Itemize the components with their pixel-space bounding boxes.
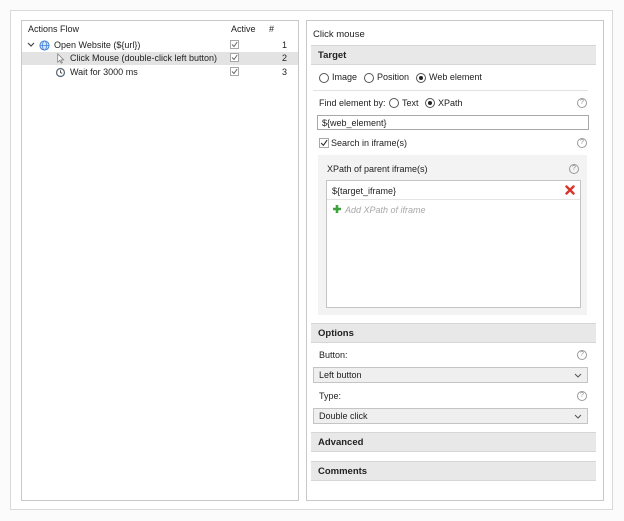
button-select[interactable]: Left button <box>313 367 588 383</box>
web-element-input[interactable]: ${web_element} <box>317 115 589 130</box>
column-number[interactable]: # <box>269 24 274 34</box>
radio-position[interactable] <box>364 73 374 83</box>
add-icon[interactable] <box>332 204 342 214</box>
action-row-wait[interactable]: Wait for 3000 ms 3 <box>22 66 298 79</box>
active-checkbox[interactable] <box>230 40 239 49</box>
section-options-header[interactable]: Options <box>311 323 596 343</box>
add-xpath-placeholder: Add XPath of iframe <box>345 205 426 215</box>
cursor-icon <box>57 53 65 64</box>
section-advanced-header[interactable]: Advanced <box>311 432 596 452</box>
type-select[interactable]: Double click <box>313 408 588 424</box>
search-iframe-label: Search in iframe(s) <box>331 138 408 148</box>
action-number: 1 <box>281 40 287 50</box>
action-label: Wait for 3000 ms <box>70 67 138 77</box>
actions-flow-panel: Actions Flow Active # Open Website (${ur… <box>21 20 299 501</box>
section-comments-label: Comments <box>318 466 368 477</box>
action-row-click-mouse[interactable]: Click Mouse (double-click left button) 2 <box>22 52 298 65</box>
radio-find-xpath[interactable] <box>425 98 435 108</box>
button-select-value: Left button <box>319 370 362 380</box>
active-checkbox[interactable] <box>230 67 239 76</box>
radio-find-xpath-label: XPath <box>438 98 463 108</box>
help-icon[interactable]: ? <box>577 98 587 108</box>
radio-web-element[interactable] <box>416 73 426 83</box>
globe-icon <box>39 40 50 51</box>
radio-web-element-label: Web element <box>429 72 482 82</box>
radio-find-text-label: Text <box>402 98 419 108</box>
button-label: Button: <box>319 350 348 360</box>
column-actions-flow[interactable]: Actions Flow <box>28 24 79 34</box>
add-iframe-row[interactable]: Add XPath of iframe <box>327 200 580 219</box>
clock-icon <box>55 67 66 78</box>
iframe-xpath-list: ${target_iframe} Add XPath of iframe <box>326 180 581 308</box>
active-checkbox[interactable] <box>230 53 239 62</box>
type-select-value: Double click <box>319 411 368 421</box>
action-number: 2 <box>281 53 287 63</box>
radio-find-text[interactable] <box>389 98 399 108</box>
action-label: Click Mouse (double-click left button) <box>70 53 218 63</box>
find-by-label: Find element by: <box>319 98 386 108</box>
chevron-down-icon <box>574 373 582 378</box>
section-advanced-label: Advanced <box>318 437 364 448</box>
help-icon[interactable]: ? <box>577 350 587 360</box>
delete-icon[interactable] <box>565 185 575 195</box>
chevron-down-icon[interactable] <box>27 42 35 48</box>
actions-flow-header: Actions Flow Active # <box>22 21 298 37</box>
help-icon[interactable]: ? <box>577 391 587 401</box>
divider <box>313 90 588 91</box>
section-target-header[interactable]: Target <box>311 45 596 65</box>
section-comments-header[interactable]: Comments <box>311 461 596 481</box>
chevron-down-icon <box>574 414 582 419</box>
section-options-label: Options <box>318 328 354 339</box>
help-icon[interactable]: ? <box>577 138 587 148</box>
iframe-xpath-value: ${target_iframe} <box>332 186 397 196</box>
section-target-label: Target <box>318 50 347 61</box>
panel-title: Click mouse <box>313 29 365 40</box>
help-icon[interactable]: ? <box>569 164 579 174</box>
type-label: Type: <box>319 391 342 401</box>
iframe-xpath-label: XPath of parent iframe(s) <box>327 164 428 174</box>
action-row-open-website[interactable]: Open Website (${url}) 1 <box>22 39 298 52</box>
search-iframe-checkbox[interactable] <box>319 138 329 148</box>
radio-image-label: Image <box>332 72 358 82</box>
list-item[interactable]: ${target_iframe} <box>327 181 580 200</box>
action-number: 3 <box>281 67 287 77</box>
radio-image[interactable] <box>319 73 329 83</box>
column-active[interactable]: Active <box>231 24 256 34</box>
radio-position-label: Position <box>377 72 410 82</box>
web-element-value: ${web_element} <box>322 118 387 128</box>
action-label: Open Website (${url}) <box>54 40 141 50</box>
